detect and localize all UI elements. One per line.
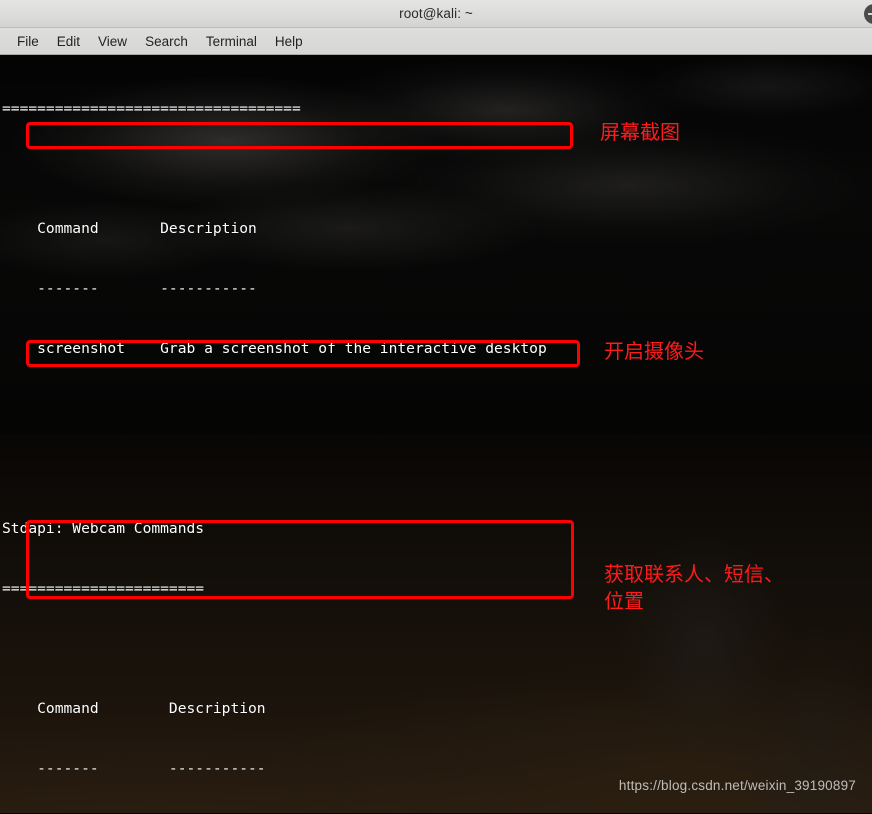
terminal-line: screenshot Grab a screenshot of the inte… — [2, 340, 547, 357]
menu-item-view[interactable]: View — [89, 32, 136, 51]
menu-item-help[interactable]: Help — [266, 32, 312, 51]
terminal-output: ================================== Comma… — [0, 55, 872, 813]
terminal-window: root@kali: ~ File Edit View Search Termi… — [0, 0, 872, 814]
menu-item-search[interactable]: Search — [136, 32, 197, 51]
terminal-line: Command Description — [2, 220, 257, 237]
menu-bar: File Edit View Search Terminal Help — [0, 28, 872, 55]
menu-item-edit[interactable]: Edit — [48, 32, 89, 51]
annotation-screenshot: 屏幕截图 — [600, 120, 680, 144]
watermark-url: https://blog.csdn.net/weixin_39190897 — [618, 778, 856, 793]
menu-item-file[interactable]: File — [8, 32, 48, 51]
terminal-line: Command Description — [2, 700, 266, 717]
terminal-line: ================================== — [2, 100, 301, 117]
terminal-line: ------- ----------- — [2, 280, 257, 297]
annotation-android-dump: 获取联系人、短信、 位置 — [604, 562, 784, 613]
window-title: root@kali: ~ — [399, 6, 473, 21]
annotation-webcam: 开启摄像头 — [604, 339, 704, 363]
terminal-line: ------- ----------- — [2, 760, 266, 777]
title-bar: root@kali: ~ — [0, 0, 872, 28]
terminal-body[interactable]: ================================== Comma… — [0, 55, 872, 813]
close-icon[interactable] — [864, 4, 872, 24]
terminal-line: Stdapi: Webcam Commands — [2, 520, 205, 537]
menu-item-terminal[interactable]: Terminal — [197, 32, 266, 51]
